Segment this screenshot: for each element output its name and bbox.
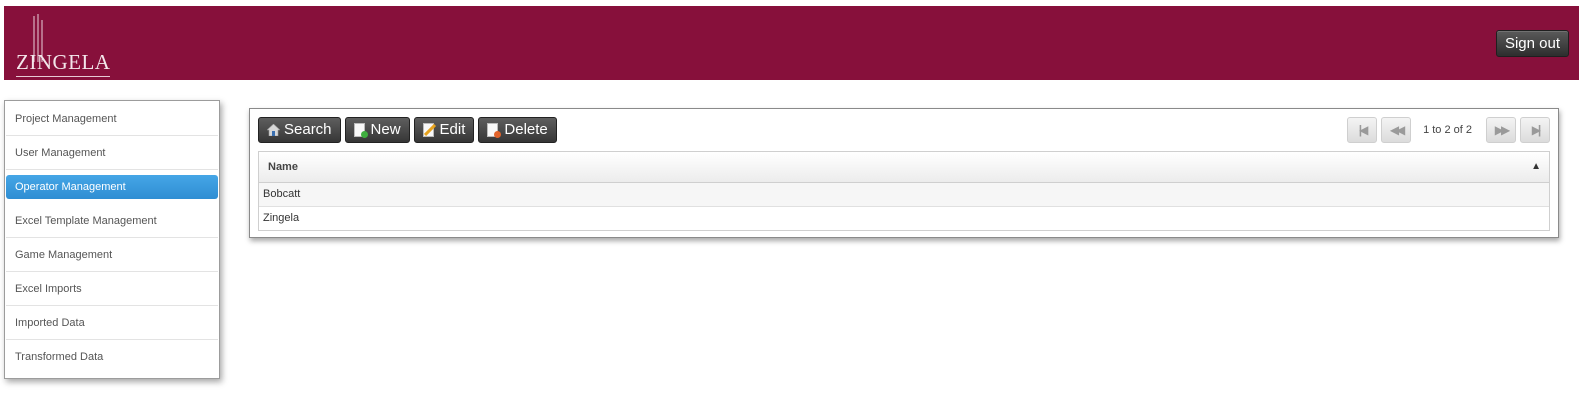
edit-button-label: Edit <box>439 121 466 138</box>
sidebar-item-operator-management[interactable]: Operator Management <box>6 175 218 199</box>
new-button[interactable]: New <box>344 117 410 143</box>
new-document-icon <box>353 122 368 138</box>
sidebar-item-project-management[interactable]: Project Management <box>6 102 218 136</box>
table-row[interactable]: Zingela <box>259 207 1549 230</box>
house-search-icon <box>266 122 280 138</box>
sidebar-item-game-management[interactable]: Game Management <box>6 238 218 272</box>
next-page-icon: ▶▶ <box>1494 123 1511 137</box>
operator-table: Name ▲ Bobcatt Zingela <box>258 151 1550 231</box>
sidebar-item-imported-data[interactable]: Imported Data <box>6 306 218 340</box>
column-header-name[interactable]: Name ▲ <box>259 152 1549 183</box>
logo-underline <box>16 76 110 77</box>
sidebar-item-excel-imports[interactable]: Excel Imports <box>6 272 218 306</box>
app-header: ZINGELA Sign out <box>4 6 1579 80</box>
previous-page-button[interactable]: ◀◀ <box>1381 117 1412 143</box>
pagination: |◀ ◀◀ 1 to 2 of 2 ▶▶ ▶| <box>1343 117 1550 143</box>
table-row[interactable]: Bobcatt <box>259 183 1549 207</box>
previous-page-icon: ◀◀ <box>1389 123 1406 137</box>
sidebar-item-transformed-data[interactable]: Transformed Data <box>6 340 218 374</box>
sort-ascending-icon[interactable]: ▲ <box>1531 152 1541 182</box>
first-page-button[interactable]: |◀ <box>1347 117 1378 143</box>
page-info: 1 to 2 of 2 <box>1423 124 1472 136</box>
search-button[interactable]: Search <box>258 117 341 143</box>
last-page-button[interactable]: ▶| <box>1520 117 1550 143</box>
toolbar: Search New Edit Delete <box>258 117 561 143</box>
sidebar-item-user-management[interactable]: User Management <box>6 136 218 170</box>
next-page-button[interactable]: ▶▶ <box>1486 117 1516 143</box>
delete-document-icon <box>486 122 502 138</box>
operator-panel: Search New Edit Delete |◀ ◀◀ 1 to 2 of 2… <box>249 108 1559 238</box>
new-button-label: New <box>370 121 401 138</box>
search-button-label: Search <box>284 121 332 138</box>
logo-text: ZINGELA <box>16 50 111 74</box>
sidebar-nav: Project Management User Management Opera… <box>4 100 220 379</box>
delete-button-label: Delete <box>504 121 548 138</box>
first-page-icon: |◀ <box>1358 123 1368 137</box>
delete-button[interactable]: Delete <box>478 117 557 143</box>
zingela-logo: ZINGELA <box>16 14 116 77</box>
edit-button[interactable]: Edit <box>413 117 475 143</box>
edit-pencil-icon <box>422 122 436 138</box>
sign-out-button[interactable]: Sign out <box>1495 30 1569 57</box>
column-header-label: Name <box>268 161 298 173</box>
last-page-icon: ▶| <box>1531 123 1541 137</box>
sidebar-item-excel-template-management[interactable]: Excel Template Management <box>6 204 218 238</box>
